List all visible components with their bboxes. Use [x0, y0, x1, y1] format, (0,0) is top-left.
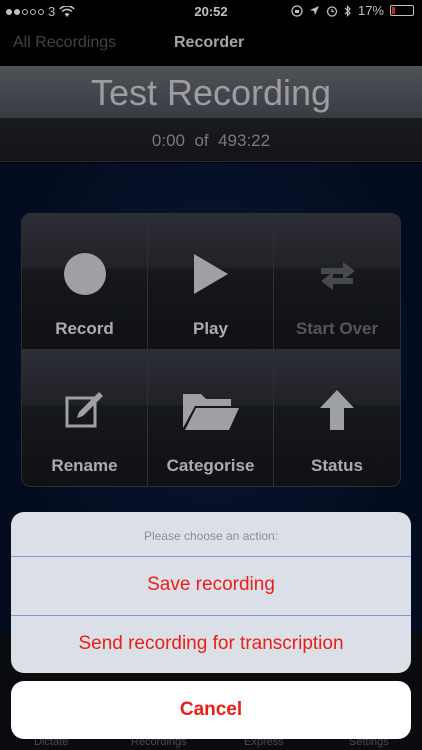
cancel-button[interactable]: Cancel — [11, 681, 411, 739]
action-sheet: Please choose an action: Save recording … — [11, 512, 411, 673]
send-for-transcription-button[interactable]: Send recording for transcription — [11, 615, 411, 673]
action-sheet-prompt: Please choose an action: — [11, 512, 411, 557]
save-recording-button[interactable]: Save recording — [11, 557, 411, 615]
